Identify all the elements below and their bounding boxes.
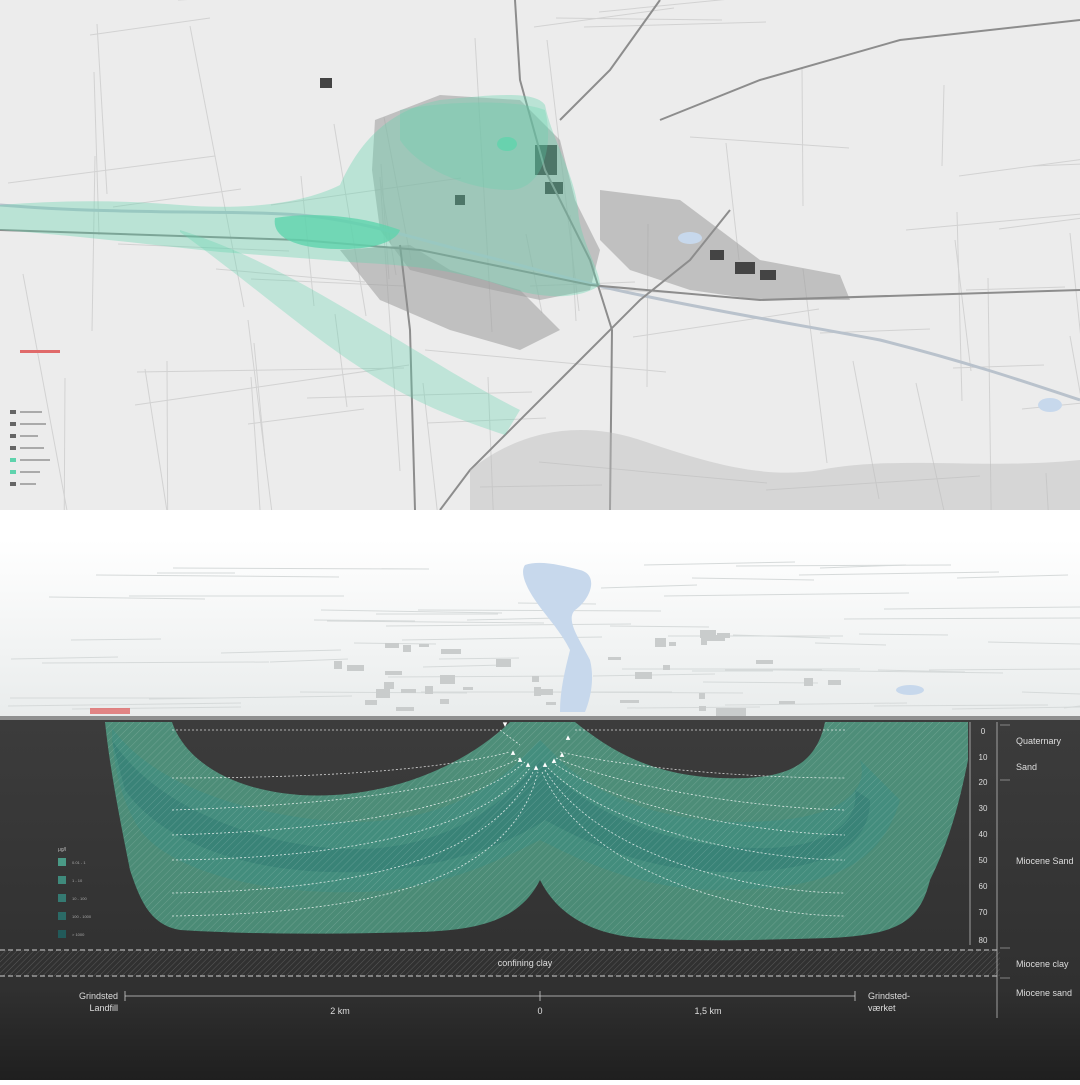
aerial-building bbox=[376, 689, 390, 698]
depth-tick: 40 bbox=[979, 830, 988, 839]
aerial-building bbox=[729, 708, 746, 717]
aerial-building bbox=[538, 689, 553, 695]
svg-text:▴: ▴ bbox=[526, 759, 531, 769]
depth-tick: 20 bbox=[979, 778, 988, 787]
legend-label: 1 - 10 bbox=[72, 878, 83, 883]
depth-tick: 50 bbox=[979, 856, 988, 865]
depth-tick: 70 bbox=[979, 908, 988, 917]
aerial-building bbox=[463, 687, 473, 690]
aerial-building bbox=[425, 686, 433, 694]
scale-left-distance: 2 km bbox=[330, 1006, 350, 1016]
aerial-building bbox=[546, 702, 556, 705]
aerial-building bbox=[701, 638, 707, 645]
svg-text:▴: ▴ bbox=[543, 759, 548, 769]
depth-ticks: 0 10 20 30 40 50 60 70 80 bbox=[979, 727, 988, 945]
aerial-building bbox=[779, 701, 795, 704]
aerial-building bbox=[663, 665, 670, 670]
landfill-marker bbox=[90, 708, 130, 714]
aerial-building bbox=[419, 644, 429, 647]
aerial-building bbox=[756, 660, 773, 664]
stratum-label: Miocene clay bbox=[1016, 959, 1069, 969]
stratum-label: Quaternary bbox=[1016, 736, 1062, 746]
stratum-label: Sand bbox=[1016, 762, 1037, 772]
scale-right-place: Grindsted- bbox=[868, 991, 910, 1001]
aerial-building bbox=[385, 671, 402, 675]
aerial-building bbox=[804, 678, 813, 686]
aerial-building bbox=[347, 665, 364, 671]
stratum-label: Miocene Sand bbox=[1016, 856, 1074, 866]
aerial-building bbox=[440, 699, 449, 704]
svg-text:▴: ▴ bbox=[566, 732, 571, 742]
svg-text:▴: ▴ bbox=[552, 755, 557, 765]
aerial-building bbox=[396, 707, 414, 711]
lake bbox=[1038, 398, 1062, 412]
figure: ▾ ▴ ▴ ▴ ▴ ▴ ▴ ▴ ▴ confining clay 0 10 20 30 40… bbox=[0, 0, 1080, 1080]
lake bbox=[896, 685, 924, 695]
legend-label: 10 - 100 bbox=[72, 896, 87, 901]
aerial-building bbox=[385, 643, 399, 648]
legend-unit: μg/l bbox=[58, 847, 66, 853]
scale-right-distance: 1,5 km bbox=[694, 1006, 721, 1016]
legend-swatch bbox=[58, 912, 66, 920]
aerial-building bbox=[706, 635, 725, 641]
aerial-building bbox=[669, 642, 676, 646]
legend-label: 100 - 1000 bbox=[72, 914, 92, 919]
aerial-building bbox=[403, 645, 411, 652]
aerial-building bbox=[699, 706, 706, 711]
aerial-building bbox=[532, 676, 539, 682]
aerial-building bbox=[655, 638, 666, 647]
svg-text:▴: ▴ bbox=[511, 747, 516, 757]
svg-text:▾: ▾ bbox=[503, 719, 508, 729]
aerial-building bbox=[496, 659, 511, 667]
lake bbox=[678, 232, 702, 244]
svg-text:▴: ▴ bbox=[560, 749, 565, 759]
legend-swatch bbox=[58, 858, 66, 866]
legend-swatch bbox=[58, 930, 66, 938]
aerial-building bbox=[401, 689, 416, 693]
scale-left-place: Grindsted bbox=[79, 991, 118, 1001]
aerial-building bbox=[384, 682, 394, 689]
scale-center: 0 bbox=[537, 1006, 542, 1016]
scale-left-place: Landfill bbox=[89, 1003, 118, 1013]
depth-tick: 60 bbox=[979, 882, 988, 891]
svg-text:▴: ▴ bbox=[518, 754, 523, 764]
aerial-building bbox=[440, 675, 455, 684]
aerial-building bbox=[620, 700, 639, 703]
aerial-building bbox=[441, 649, 461, 654]
legend-label: 0.01 - 1 bbox=[72, 860, 86, 865]
scale-right-place: værket bbox=[868, 1003, 896, 1013]
depth-tick: 30 bbox=[979, 804, 988, 813]
aerial-building bbox=[635, 672, 652, 679]
aerial-building bbox=[828, 680, 841, 685]
depth-tick: 10 bbox=[979, 753, 988, 762]
legend-label: > 1000 bbox=[72, 932, 85, 937]
section-panel: ▾▴▴ ▴ ▴ ▴ ▴ ▴▴ confining clay 0 10 20 30 40… bbox=[0, 540, 1080, 1080]
depth-tick: 80 bbox=[979, 936, 988, 945]
aerial-building bbox=[334, 661, 342, 669]
legend-swatch bbox=[58, 876, 66, 884]
stratum-label: Miocene sand bbox=[1016, 988, 1072, 998]
aerial-building bbox=[699, 693, 705, 699]
landfill-marker bbox=[20, 350, 60, 353]
svg-text:▴: ▴ bbox=[534, 762, 539, 772]
surface-line bbox=[0, 716, 1080, 720]
aerial-building bbox=[608, 657, 621, 660]
confining-clay-label: confining clay bbox=[498, 958, 553, 968]
figure-svg: ▾▴▴ ▴ ▴ ▴ ▴ ▴▴ confining clay 0 10 20 30 40… bbox=[0, 0, 1080, 1080]
legend-swatch bbox=[58, 894, 66, 902]
depth-tick: 0 bbox=[981, 727, 986, 736]
aerial-building bbox=[365, 700, 377, 705]
